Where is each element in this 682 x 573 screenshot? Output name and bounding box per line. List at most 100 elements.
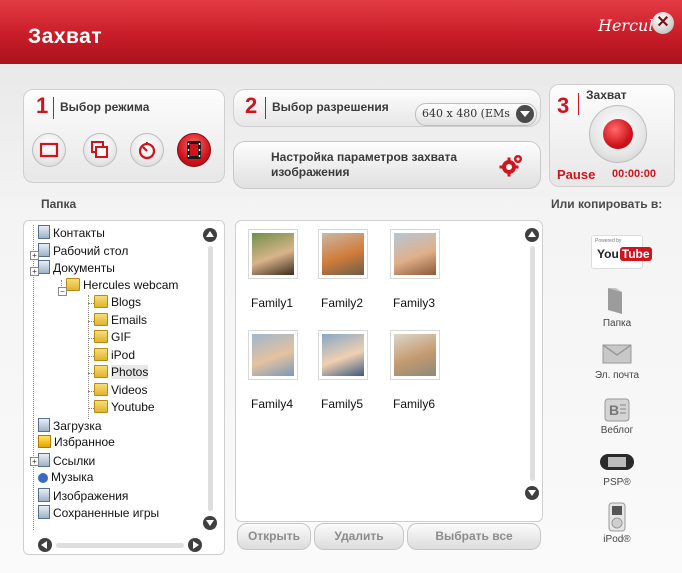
mode-timer-button[interactable] [130,133,164,167]
pause-button[interactable]: Pause [557,167,595,182]
tree-hscrollbar[interactable] [38,538,202,552]
record-button[interactable] [589,105,647,163]
capture-settings-label: Настройка параметров захвата изображения [271,150,458,179]
square-icon [39,142,59,158]
copy-to-header: Или копировать в: [551,197,663,211]
scroll-down-button[interactable] [203,516,217,530]
photo-label: Family5 [320,397,363,411]
open-button[interactable]: Открыть [237,523,311,550]
share-folder-label: Папка [602,318,632,329]
photo-thumbnail[interactable] [318,330,368,380]
photo-image [322,233,364,275]
tree-vscroll-track[interactable] [208,246,213,511]
tree-item-label: Избранное [54,435,115,449]
photo-thumbnail[interactable] [318,229,368,279]
scroll-up-button[interactable] [525,228,539,242]
tree-item-label: Контакты [53,226,105,240]
photo-label: Family2 [320,296,363,310]
tree-item[interactable]: Рабочий стол [38,242,129,258]
photo-image [252,334,294,376]
desktop-icon [38,242,50,257]
tree-item[interactable]: Музыка [38,470,93,485]
tree-item[interactable]: Blogs [94,295,141,310]
tree-item-label: iPod [111,347,136,362]
tree-item[interactable]: Youtube [94,400,155,415]
share-ipod-button[interactable]: iPod® [587,502,647,548]
expand-toggle[interactable]: + [30,457,39,466]
tree-hscroll-track[interactable] [56,543,184,548]
step3-label: Захват [586,88,627,102]
tree-item[interactable]: Ссылки [38,452,95,468]
photo-image [322,334,364,376]
youtube-logo-tube: Tube [619,247,652,261]
share-ipod-label: iPod® [603,534,631,545]
mode-photo-button[interactable] [32,133,66,167]
capture-settings-button[interactable]: Настройка параметров захвата изображения [233,141,541,189]
share-folder-button[interactable]: Папка [587,286,647,330]
share-psp-button[interactable]: PSP® [587,450,647,492]
expand-toggle[interactable]: + [30,251,39,260]
tree-item[interactable]: iPod [94,347,136,363]
tree-item-label: Загрузка [53,418,102,433]
mode-video-button[interactable] [177,133,211,167]
stack-icon [91,141,108,158]
tree-item-label: Hercules webcam [83,277,179,292]
tree-line [88,295,89,419]
tree-item[interactable]: Photos [94,365,149,380]
tree-item[interactable]: Избранное [38,435,115,450]
step2-label: Выбор разрешения [272,100,389,114]
tree-item-label: Blogs [111,295,142,309]
youtube-button[interactable]: Powered by You Tube [591,235,652,269]
folder-icon [94,365,108,378]
tree-item-label: Photos [111,365,149,379]
scroll-right-button[interactable] [188,538,202,552]
folder-icon [94,382,108,396]
tree-item-label: Сохраненные игры [53,506,160,520]
step3-number: 3 [557,93,570,118]
music-icon [38,473,48,483]
select-all-button[interactable]: Выбрать все [407,523,541,550]
tree-item[interactable]: Сохраненные игры [38,505,159,520]
tree-vscrollbar[interactable] [203,228,217,530]
photo-thumbnail[interactable] [248,229,298,279]
tree-item-label: Изображения [53,488,129,503]
share-blog-button[interactable]: B Веблог [587,398,647,440]
tree-item[interactable]: Videos [94,382,147,398]
tree-item[interactable]: Документы [38,260,115,275]
resolution-dropdown[interactable]: 640 x 480 (EMs [415,103,537,126]
ipod-icon [608,502,626,532]
youtube-powered-label: Powered by [595,238,622,244]
scroll-down-button[interactable] [525,486,539,500]
delete-button[interactable]: Удалить [314,523,404,550]
mode-multi-button[interactable] [83,133,117,167]
tree-item[interactable]: Контакты [38,225,105,240]
scroll-left-button[interactable] [38,538,52,552]
collapse-toggle[interactable]: − [58,287,67,296]
photo-label: Family6 [392,397,435,411]
pictures-icon [38,487,50,502]
expand-toggle[interactable]: + [30,267,39,276]
folder-header: Папка [41,197,77,211]
downloads-icon [38,417,50,432]
share-email-button[interactable]: Эл. почта [587,342,647,384]
gallery-vscrollbar[interactable] [525,228,539,500]
gear-icon [499,155,522,177]
photo-thumbnail[interactable] [390,330,440,380]
gallery-vscroll-track[interactable] [530,246,535,481]
tree-item-label: Рабочий стол [53,243,129,258]
tree-item[interactable]: Hercules webcam [66,277,179,293]
tree-item[interactable]: GIF [94,330,131,345]
photo-thumbnail[interactable] [390,229,440,279]
scroll-up-button[interactable] [203,228,217,242]
saved-games-icon [38,505,50,519]
photo-image [394,334,436,376]
tree-item[interactable]: Загрузка [38,417,102,433]
tree-item-label: Youtube [111,400,155,414]
tree-item[interactable]: Изображения [38,487,129,503]
youtube-logo-you: You [597,247,619,261]
photo-thumbnail[interactable] [248,330,298,380]
tree-item-label: GIF [111,330,131,344]
documents-icon [38,260,50,274]
close-button[interactable]: ✕ [652,12,674,34]
tree-item[interactable]: Emails [94,312,147,328]
